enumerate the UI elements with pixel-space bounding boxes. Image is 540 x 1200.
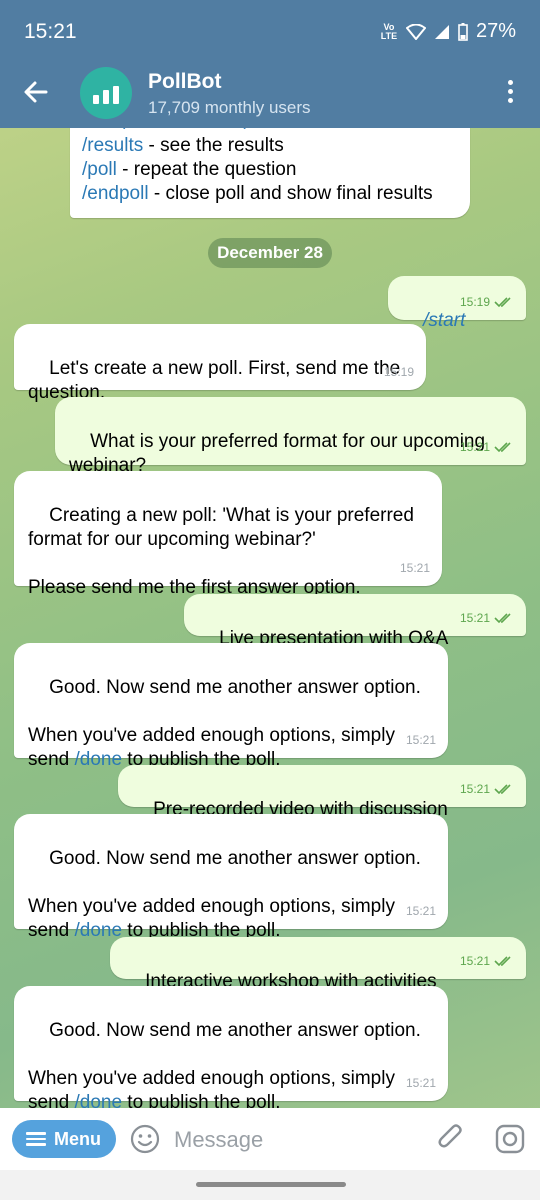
status-bar: 15:21 Vo LTE 27% (0, 0, 540, 62)
emoji-icon[interactable] (130, 1124, 160, 1154)
message-meta: 15:21 (399, 561, 430, 575)
message-bubble-out[interactable]: Interactive workshop with activities 15:… (110, 937, 526, 992)
message-meta: 15:19 (383, 365, 414, 379)
avatar-bar-icon (93, 95, 99, 104)
chat-header[interactable]: PollBot 17,709 monthly users (0, 62, 540, 128)
avatar-bar-icon (103, 90, 109, 104)
menu-button-label: Menu (54, 1128, 101, 1149)
message-meta: 15:21 (405, 733, 436, 747)
command-line-poll: /poll - repeat the question (82, 159, 297, 180)
chat-area[interactable]: /newpoll - create a poll /results - see … (0, 0, 540, 1110)
message-bubble-in[interactable]: Creating a new poll: 'What is your prefe… (14, 471, 442, 598)
status-icons: Vo LTE 27% (380, 20, 516, 43)
message-meta: 15:21 (460, 435, 514, 459)
battery-percent: 27% (475, 20, 516, 42)
message-meta: 15:21 (460, 949, 514, 973)
message-bubble-out[interactable]: What is your preferred format for our up… (55, 397, 526, 476)
hamburger-icon (26, 1129, 46, 1149)
done-command-link[interactable]: /done (74, 920, 122, 941)
wifi-icon (405, 23, 426, 40)
status-time: 15:21 (24, 20, 77, 43)
message-meta: 15:21 (460, 777, 514, 801)
bot-menu-button[interactable]: Menu (12, 1120, 116, 1158)
attach-icon[interactable] (436, 1122, 466, 1154)
top-bar: 15:21 Vo LTE 27% PollBot 17,709 monthly … (0, 0, 540, 128)
results-command-link[interactable]: /results (82, 135, 143, 156)
command-line-endpoll: /endpoll - close poll and show final res… (82, 183, 433, 204)
double-check-icon (494, 956, 511, 967)
message-bubble-out[interactable]: /start 15:19 (388, 276, 526, 331)
home-gesture-handle[interactable] (196, 1182, 346, 1187)
chat-title[interactable]: PollBot (148, 70, 222, 94)
signal-icon (434, 24, 449, 39)
poll-command-link[interactable]: /poll (82, 159, 117, 180)
message-text: What is your preferred format for our up… (69, 431, 491, 476)
message-composer: Menu (0, 1108, 540, 1170)
double-check-icon (494, 613, 511, 624)
volte-icon: Vo LTE (380, 21, 398, 41)
done-command-link[interactable]: /done (74, 749, 122, 770)
message-bubble-out[interactable]: Live presentation with Q&A 15:21 (184, 594, 526, 649)
message-meta: 15:21 (405, 904, 436, 918)
bot-avatar[interactable] (80, 67, 132, 119)
camera-icon[interactable] (494, 1123, 526, 1155)
message-meta: 15:19 (460, 290, 514, 314)
battery-icon (458, 22, 468, 41)
message-bubble-in[interactable]: Good. Now send me another answer option.… (14, 986, 448, 1110)
message-meta: 15:21 (405, 1076, 436, 1090)
avatar-bar-icon (113, 86, 119, 104)
back-arrow-icon[interactable] (20, 76, 52, 108)
more-options-icon[interactable] (508, 80, 514, 106)
message-text: Creating a new poll: 'What is your prefe… (28, 505, 414, 598)
message-bubble-in[interactable]: Good. Now send me another answer option.… (14, 643, 448, 770)
message-bubble-out[interactable]: Pre-recorded video with discussion 15:21 (118, 765, 526, 820)
message-text: Good. Now send me another answer option.… (28, 848, 421, 941)
endpoll-command-link[interactable]: /endpoll (82, 183, 149, 204)
message-meta: 15:21 (460, 606, 514, 630)
message-bubble-in[interactable]: Good. Now send me another answer option.… (14, 814, 448, 941)
message-text: Good. Now send me another answer option.… (28, 1020, 421, 1110)
double-check-icon (494, 784, 511, 795)
system-nav-bar (0, 1170, 540, 1200)
date-separator: December 28 (208, 238, 332, 268)
message-bubble-in[interactable]: Let's create a new poll. First, send me … (14, 324, 426, 403)
message-text: Good. Now send me another answer option.… (28, 677, 421, 770)
message-input[interactable] (172, 1120, 416, 1160)
double-check-icon (494, 442, 511, 453)
double-check-icon (494, 297, 511, 308)
chat-subtitle: 17,709 monthly users (148, 98, 311, 117)
command-line-results: /results - see the results (82, 135, 284, 156)
